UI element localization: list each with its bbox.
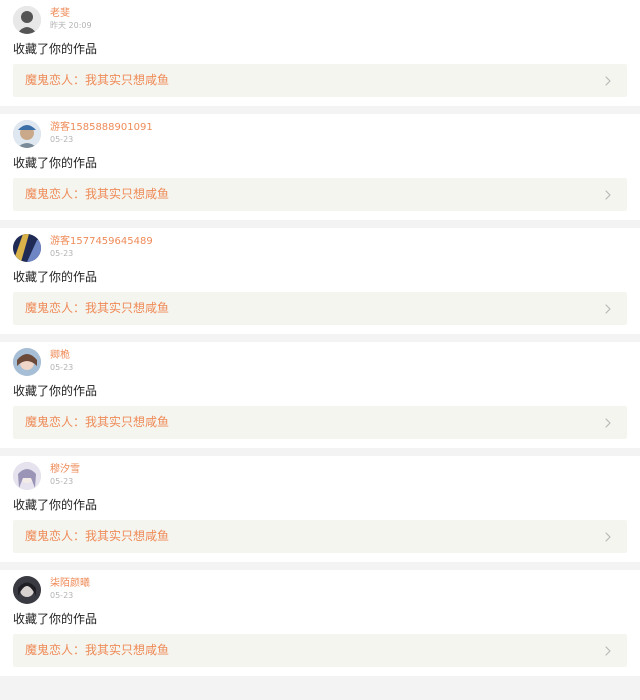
timestamp: 05-23: [50, 249, 74, 258]
avatar[interactable]: [13, 348, 41, 376]
avatar[interactable]: [13, 6, 41, 34]
timestamp: 05-23: [50, 135, 74, 144]
timestamp: 05-23: [50, 363, 74, 372]
work-link[interactable]: 魔鬼恋人：我其实只想咸鱼: [13, 292, 627, 325]
chevron-right-icon: [605, 532, 611, 542]
notification-card: 游客1577459645489 05-23 收藏了你的作品 魔鬼恋人：我其实只想…: [0, 228, 640, 334]
work-title: 魔鬼恋人：我其实只想咸鱼: [25, 73, 170, 87]
action-text: 收藏了你的作品: [13, 384, 98, 398]
work-title: 魔鬼恋人：我其实只想咸鱼: [25, 643, 170, 657]
notification-card: 穆汐雪 05-23 收藏了你的作品 魔鬼恋人：我其实只想咸鱼: [0, 456, 640, 562]
username[interactable]: 游客1577459645489: [50, 236, 153, 248]
avatar[interactable]: [13, 462, 41, 490]
chevron-right-icon: [605, 190, 611, 200]
chevron-right-icon: [605, 418, 611, 428]
action-text: 收藏了你的作品: [13, 498, 98, 512]
username[interactable]: 卿桅: [50, 350, 70, 362]
work-title: 魔鬼恋人：我其实只想咸鱼: [25, 529, 170, 543]
username[interactable]: 柒陌颜曦: [50, 578, 90, 590]
timestamp: 05-23: [50, 591, 74, 600]
timestamp: 05-23: [50, 477, 74, 486]
action-text: 收藏了你的作品: [13, 42, 98, 56]
chevron-right-icon: [605, 76, 611, 86]
username[interactable]: 游客1585888901091: [50, 122, 153, 134]
timestamp: 昨天 20:09: [50, 21, 92, 30]
notification-list: 老斐 昨天 20:09 收藏了你的作品 魔鬼恋人：我其实只想咸鱼 游客15858…: [0, 0, 640, 700]
username[interactable]: 穆汐雪: [50, 464, 80, 476]
notification-card: 柒陌颜曦 05-23 收藏了你的作品 魔鬼恋人：我其实只想咸鱼: [0, 570, 640, 676]
action-text: 收藏了你的作品: [13, 156, 98, 170]
work-link[interactable]: 魔鬼恋人：我其实只想咸鱼: [13, 178, 627, 211]
chevron-right-icon: [605, 304, 611, 314]
username[interactable]: 老斐: [50, 8, 70, 20]
work-link[interactable]: 魔鬼恋人：我其实只想咸鱼: [13, 634, 627, 667]
work-title: 魔鬼恋人：我其实只想咸鱼: [25, 415, 170, 429]
work-link[interactable]: 魔鬼恋人：我其实只想咸鱼: [13, 406, 627, 439]
avatar[interactable]: [13, 576, 41, 604]
action-text: 收藏了你的作品: [13, 270, 98, 284]
notification-card: 卿桅 05-23 收藏了你的作品 魔鬼恋人：我其实只想咸鱼: [0, 342, 640, 448]
work-title: 魔鬼恋人：我其实只想咸鱼: [25, 187, 170, 201]
work-link[interactable]: 魔鬼恋人：我其实只想咸鱼: [13, 64, 627, 97]
work-title: 魔鬼恋人：我其实只想咸鱼: [25, 301, 170, 315]
avatar[interactable]: [13, 120, 41, 148]
notification-card: 老斐 昨天 20:09 收藏了你的作品 魔鬼恋人：我其实只想咸鱼: [0, 0, 640, 106]
work-link[interactable]: 魔鬼恋人：我其实只想咸鱼: [13, 520, 627, 553]
chevron-right-icon: [605, 646, 611, 656]
avatar[interactable]: [13, 234, 41, 262]
notification-card: 游客1585888901091 05-23 收藏了你的作品 魔鬼恋人：我其实只想…: [0, 114, 640, 220]
action-text: 收藏了你的作品: [13, 612, 98, 626]
